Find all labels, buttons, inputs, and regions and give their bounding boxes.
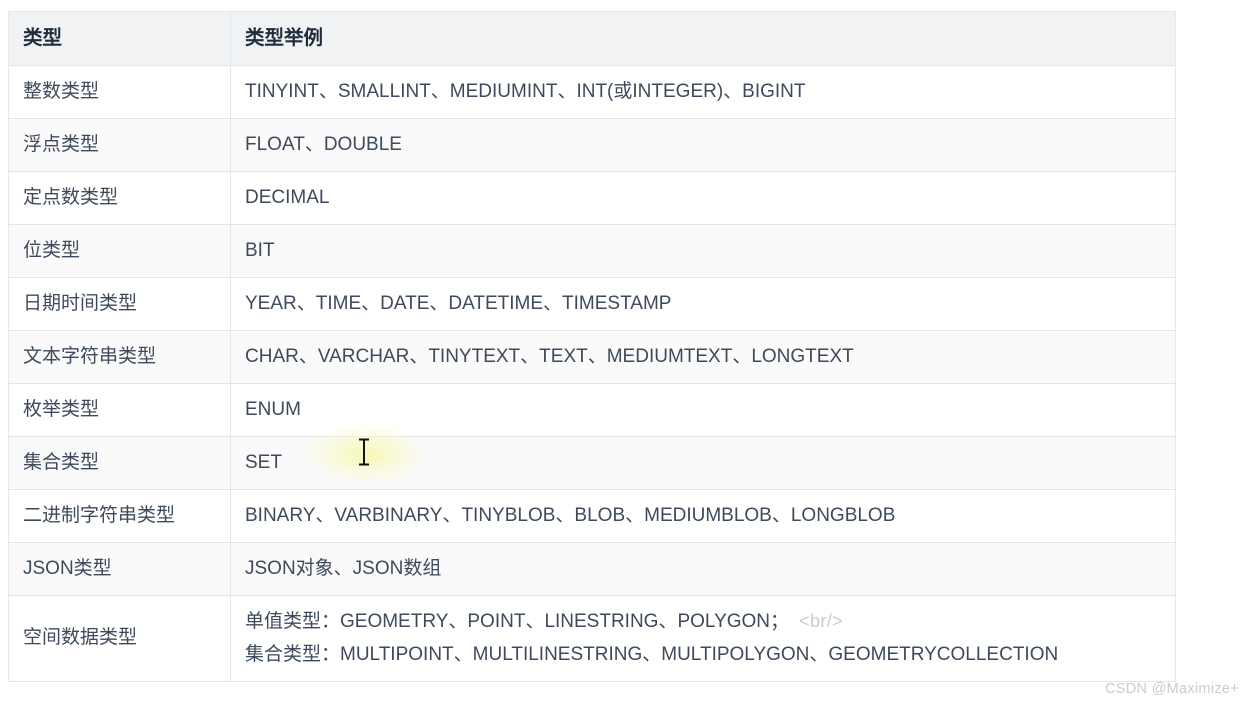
table-row: JSON类型 JSON对象、JSON数组 — [8, 542, 1176, 596]
cell-type-name: 文本字符串类型 — [8, 330, 231, 384]
table-body: 整数类型 TINYINT、SMALLINT、MEDIUMINT、INT(或INT… — [8, 65, 1176, 682]
table-row: 二进制字符串类型 BINARY、VARBINARY、TINYBLOB、BLOB、… — [8, 489, 1176, 543]
table-row: 整数类型 TINYINT、SMALLINT、MEDIUMINT、INT(或INT… — [8, 65, 1176, 119]
spatial-single-value-line: 单值类型：GEOMETRY、POINT、LINESTRING、POLYGON； <… — [245, 609, 1161, 636]
cell-type-name: 空间数据类型 — [8, 595, 231, 682]
cell-type-example: YEAR、TIME、DATE、DATETIME、TIMESTAMP — [230, 277, 1176, 331]
spatial-collection-line: 集合类型：MULTIPOINT、MULTILINESTRING、MULTIPOL… — [245, 643, 1059, 665]
cell-type-name: 浮点类型 — [8, 118, 231, 172]
table-row: 位类型 BIT — [8, 224, 1176, 278]
cell-type-name: 定点数类型 — [8, 171, 231, 225]
spatial-single-value-text: 单值类型：GEOMETRY、POINT、LINESTRING、POLYGON； — [245, 610, 790, 632]
table-row: 文本字符串类型 CHAR、VARCHAR、TINYTEXT、TEXT、MEDIU… — [8, 330, 1176, 384]
cell-type-example: JSON对象、JSON数组 — [230, 542, 1176, 596]
table-header-row: 类型 类型举例 — [8, 11, 1176, 66]
table-row: 集合类型 SET — [8, 436, 1176, 490]
cell-type-example: DECIMAL — [230, 171, 1176, 225]
cell-type-name: 位类型 — [8, 224, 231, 278]
cell-type-name: 集合类型 — [8, 436, 231, 490]
mysql-data-types-table: 类型 类型举例 整数类型 TINYINT、SMALLINT、MEDIUMINT、… — [8, 11, 1176, 682]
cell-type-name: 二进制字符串类型 — [8, 489, 231, 543]
cell-type-name: 枚举类型 — [8, 383, 231, 437]
literal-br-tag-text: <br/> — [799, 610, 844, 631]
cell-type-example: FLOAT、DOUBLE — [230, 118, 1176, 172]
table-row: 定点数类型 DECIMAL — [8, 171, 1176, 225]
table-row: 日期时间类型 YEAR、TIME、DATE、DATETIME、TIMESTAMP — [8, 277, 1176, 331]
cell-type-example: ENUM — [230, 383, 1176, 437]
cell-type-example: SET — [230, 436, 1176, 490]
table-row-spatial: 空间数据类型 单值类型：GEOMETRY、POINT、LINESTRING、PO… — [8, 595, 1176, 682]
column-header-type: 类型 — [8, 11, 231, 66]
table-header: 类型 类型举例 — [8, 11, 1176, 66]
csdn-watermark: CSDN @Maximize+ — [1104, 681, 1239, 697]
data-types-table-wrapper: 类型 类型举例 整数类型 TINYINT、SMALLINT、MEDIUMINT、… — [8, 11, 1176, 682]
page-root: 类型 类型举例 整数类型 TINYINT、SMALLINT、MEDIUMINT、… — [0, 0, 1253, 705]
cell-type-name: 整数类型 — [8, 65, 231, 119]
table-row: 枚举类型 ENUM — [8, 383, 1176, 437]
table-row: 浮点类型 FLOAT、DOUBLE — [8, 118, 1176, 172]
cell-type-name: 日期时间类型 — [8, 277, 231, 331]
cell-type-name: JSON类型 — [8, 542, 231, 596]
column-header-example: 类型举例 — [230, 11, 1176, 66]
cell-type-example: BINARY、VARBINARY、TINYBLOB、BLOB、MEDIUMBLO… — [230, 489, 1176, 543]
cell-type-example: 单值类型：GEOMETRY、POINT、LINESTRING、POLYGON； <… — [230, 595, 1176, 682]
cell-type-example: TINYINT、SMALLINT、MEDIUMINT、INT(或INTEGER)… — [230, 65, 1176, 119]
cell-type-example: CHAR、VARCHAR、TINYTEXT、TEXT、MEDIUMTEXT、LO… — [230, 330, 1176, 384]
cell-type-example: BIT — [230, 224, 1176, 278]
